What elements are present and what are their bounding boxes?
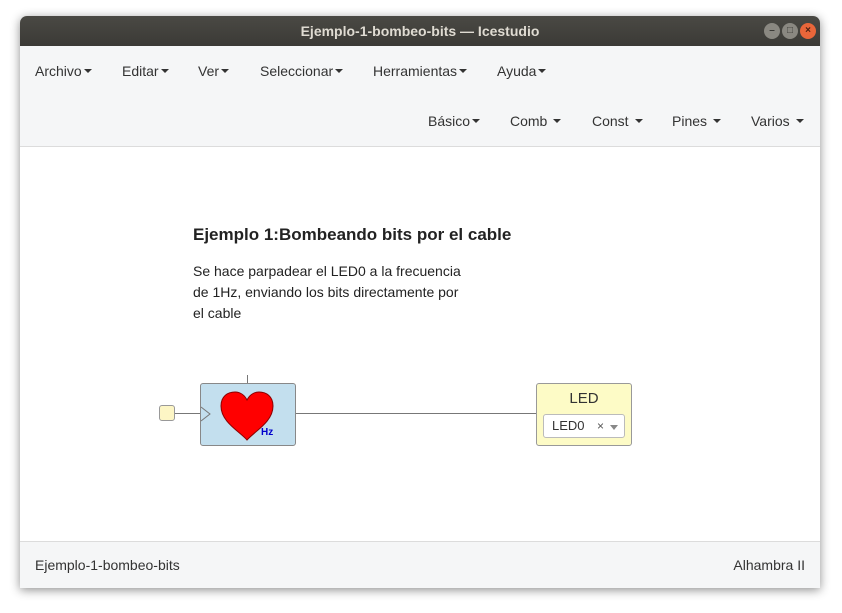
board-name[interactable]: Alhambra II — [733, 542, 805, 588]
input-port[interactable] — [159, 405, 175, 421]
clock-block-graphic: Hz — [201, 391, 274, 441]
caret-down-icon — [459, 69, 468, 74]
window-controls: – □ × — [764, 23, 816, 39]
toolbar-basico[interactable]: Básico — [428, 96, 481, 146]
menu-bar: Archivo Editar Ver Seleccionar Herramien… — [20, 46, 820, 96]
hz-label: Hz — [261, 427, 273, 438]
input-wire[interactable] — [175, 413, 201, 414]
caret-down-icon — [472, 119, 481, 124]
toolbar-varios[interactable]: Varios — [751, 96, 804, 146]
minimize-button[interactable]: – — [764, 23, 780, 39]
design-canvas[interactable]: Ejemplo 1:Bombeando bits por el cable Se… — [20, 147, 820, 541]
caret-down-icon — [335, 69, 344, 74]
menu-archivo[interactable]: Archivo — [35, 46, 92, 96]
toolbar-pines[interactable]: Pines — [672, 96, 722, 146]
menu-editar[interactable]: Editar — [122, 46, 169, 96]
caret-down-icon — [83, 69, 92, 74]
menu-ayuda[interactable]: Ayuda — [497, 46, 547, 96]
menu-seleccionar[interactable]: Seleccionar — [260, 46, 344, 96]
project-name: Ejemplo-1-bombeo-bits — [35, 557, 180, 573]
caret-down-icon — [221, 69, 230, 74]
output-wire[interactable] — [296, 413, 536, 414]
clock-block[interactable]: Hz — [200, 383, 296, 446]
title-bar: Ejemplo-1-bombeo-bits — Icestudio – □ × — [20, 16, 820, 46]
caret-down-icon — [538, 69, 547, 74]
led-pin-select[interactable]: LED0 × — [543, 414, 625, 438]
dropdown-arrow-icon[interactable] — [610, 425, 618, 430]
led-block[interactable]: LED LED0 × — [536, 383, 632, 446]
clock-input-arrow-icon — [201, 406, 211, 422]
app-window: Ejemplo-1-bombeo-bits — Icestudio – □ × … — [20, 16, 820, 588]
maximize-button[interactable]: □ — [782, 23, 798, 39]
toolbar-const[interactable]: Const — [592, 96, 643, 146]
info-title[interactable]: Ejemplo 1:Bombeando bits por el cable — [193, 225, 511, 245]
status-bar: Ejemplo-1-bombeo-bits Alhambra II — [20, 541, 820, 588]
menu-herramientas[interactable]: Herramientas — [373, 46, 468, 96]
window-title: Ejemplo-1-bombeo-bits — Icestudio — [300, 23, 540, 39]
caret-down-icon — [160, 69, 169, 74]
toolbar-comb[interactable]: Comb — [510, 96, 562, 146]
caret-down-icon — [713, 119, 722, 124]
clear-icon[interactable]: × — [597, 415, 604, 437]
clock-top-port — [247, 375, 248, 383]
led-pin-value: LED0 — [552, 418, 585, 433]
block-toolbar: Básico Comb Const Pines Varios — [20, 96, 820, 147]
menu-ver[interactable]: Ver — [198, 46, 230, 96]
caret-down-icon — [553, 119, 562, 124]
caret-down-icon — [795, 119, 804, 124]
close-button[interactable]: × — [800, 23, 816, 39]
caret-down-icon — [634, 119, 643, 124]
led-block-title: LED — [569, 390, 599, 407]
info-text[interactable]: Se hace parpadear el LED0 a la frecuenci… — [193, 261, 473, 324]
